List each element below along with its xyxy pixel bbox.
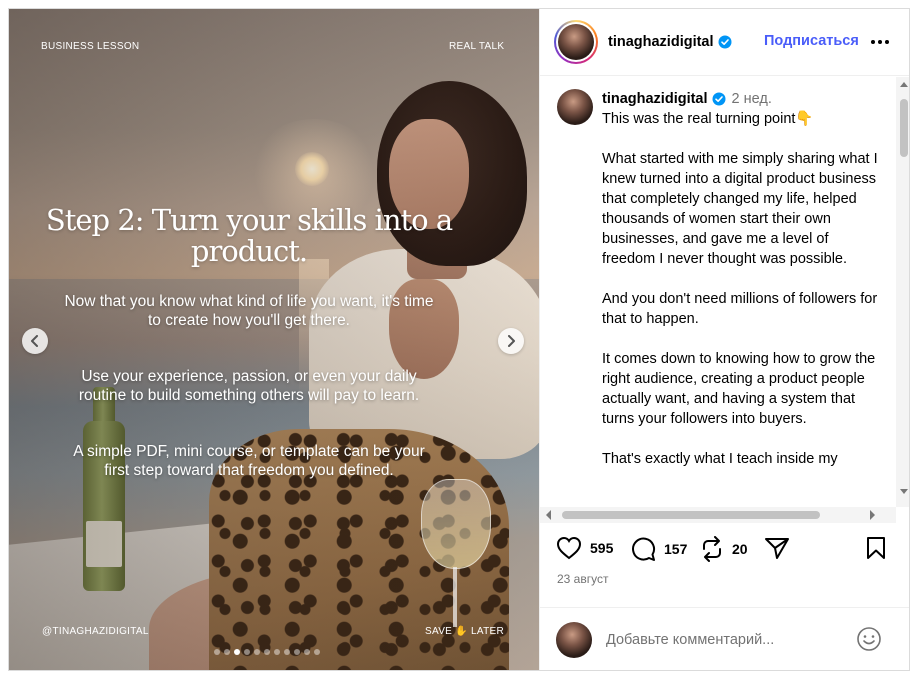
- slide-paragraph: A simple PDF, mini course, or template c…: [73, 443, 425, 479]
- carousel-dot: [304, 649, 310, 655]
- scroll-left-icon[interactable]: [545, 510, 551, 520]
- horizontal-scroll-thumb[interactable]: [562, 511, 820, 519]
- tag-real-talk: REAL TALK: [449, 41, 505, 52]
- comment-button[interactable]: 157: [630, 536, 687, 562]
- vertical-scrollbar[interactable]: [896, 77, 909, 507]
- send-icon: [765, 538, 789, 559]
- scroll-up-icon[interactable]: [900, 81, 908, 87]
- caption-username[interactable]: tinaghazidigital: [602, 91, 708, 107]
- caption-text: This was the real turning point👇 What st…: [602, 109, 880, 489]
- comment-input[interactable]: [606, 630, 846, 650]
- repost-icon: [703, 536, 721, 562]
- slide-headline: Step 2: Turn your skills into a product.: [45, 203, 453, 268]
- tag-business-lesson: BUSINESS LESSON: [41, 41, 140, 52]
- slide-handle: @TINAGHAZIDIGITAL: [42, 626, 149, 637]
- avatar-photo: [558, 24, 594, 60]
- comment-count: 157: [664, 541, 688, 557]
- chevron-right-icon: [508, 335, 515, 347]
- carousel-dot: [314, 649, 320, 655]
- caption-scroll-area[interactable]: tinaghazidigital 2 нед. This was the real…: [540, 77, 896, 507]
- like-count: 595: [590, 540, 614, 556]
- heart-icon: [556, 536, 582, 560]
- repost-button[interactable]: 20: [700, 536, 748, 562]
- carousel-dot: [224, 649, 230, 655]
- post-date[interactable]: 23 август: [557, 572, 608, 586]
- slide-paragraph: Use your experience, passion, or even yo…: [78, 368, 420, 404]
- text-shade: [9, 9, 539, 670]
- caption-paragraph: This was the real turning point👇: [602, 111, 814, 127]
- post-dialog: BUSINESS LESSON REAL TALK Step 2: Turn y…: [8, 8, 910, 671]
- vertical-scroll-thumb[interactable]: [900, 99, 908, 157]
- slide-save-later: SAVE ✋ LATER: [425, 626, 505, 637]
- carousel-indicator: [214, 649, 320, 655]
- carousel-dot: [294, 649, 300, 655]
- bookmark-icon: [867, 537, 885, 559]
- caption-timestamp[interactable]: 2 нед.: [732, 91, 772, 107]
- caption-header: tinaghazidigital 2 нед.: [602, 91, 772, 107]
- caption-paragraph: It comes down to knowing how to grow the…: [602, 351, 876, 427]
- chevron-left-icon: [31, 335, 38, 347]
- carousel-dot: [254, 649, 260, 655]
- follow-button[interactable]: Подписаться: [764, 33, 859, 49]
- post-actions-bar: 595 157 20: [540, 536, 909, 576]
- add-comment-bar: [540, 607, 909, 670]
- caption-paragraph: And you don't need millions of followers…: [602, 291, 878, 327]
- horizontal-scrollbar[interactable]: [540, 507, 896, 523]
- carousel-next-button[interactable]: [498, 328, 524, 354]
- verified-badge-icon: [712, 92, 726, 106]
- share-button[interactable]: [764, 536, 798, 560]
- viewer-avatar: [556, 622, 592, 658]
- post-side-panel: tinaghazidigital Подписаться tinaghazidi…: [539, 9, 909, 670]
- author-avatar[interactable]: [554, 20, 598, 64]
- caption-paragraph: That's exactly what I teach inside my: [602, 451, 838, 467]
- carousel-dot: [274, 649, 280, 655]
- repost-count: 20: [732, 541, 748, 557]
- emoji-icon[interactable]: [856, 626, 882, 652]
- carousel-dot: [284, 649, 290, 655]
- carousel-dot: [234, 649, 240, 655]
- carousel-dot: [264, 649, 270, 655]
- comment-icon: [632, 537, 656, 561]
- more-options-icon[interactable]: [870, 39, 890, 45]
- scroll-down-icon[interactable]: [900, 489, 908, 495]
- post-media-carousel[interactable]: BUSINESS LESSON REAL TALK Step 2: Turn y…: [9, 9, 539, 670]
- author-username-text: tinaghazidigital: [608, 34, 714, 50]
- slide-paragraph: Now that you know what kind of life you …: [64, 293, 434, 329]
- like-button[interactable]: 595: [556, 536, 613, 560]
- caption-avatar[interactable]: [557, 89, 593, 125]
- save-button[interactable]: [866, 536, 894, 560]
- author-username[interactable]: tinaghazidigital: [608, 34, 732, 50]
- verified-badge-icon: [718, 35, 732, 49]
- carousel-prev-button[interactable]: [22, 328, 48, 354]
- scroll-right-icon[interactable]: [870, 510, 876, 520]
- carousel-dot: [214, 649, 220, 655]
- caption-paragraph: What started with me simply sharing what…: [602, 151, 878, 267]
- carousel-dot: [244, 649, 250, 655]
- post-header: tinaghazidigital Подписаться: [540, 9, 909, 76]
